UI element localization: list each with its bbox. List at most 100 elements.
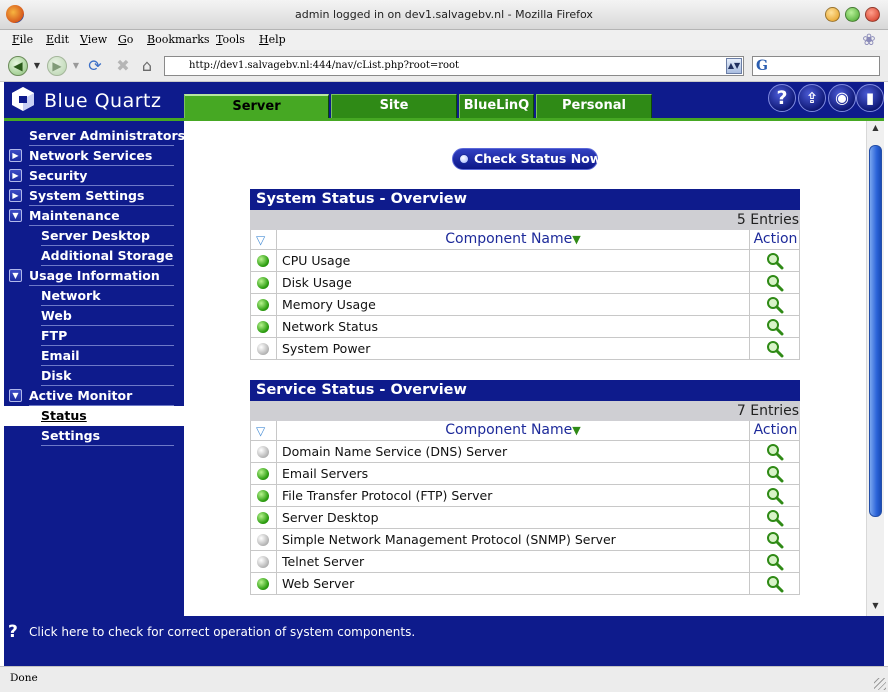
magnifier-icon[interactable] xyxy=(765,274,785,292)
tab-site-management[interactable]: Site Management xyxy=(331,94,457,135)
entry-count: 5 Entries xyxy=(250,210,800,230)
sidebar-item-additional-storage[interactable]: Additional Storage xyxy=(4,246,184,266)
help-icon[interactable]: ? xyxy=(768,84,796,112)
divider xyxy=(749,573,750,594)
menu-bookmarks[interactable]: Bookmarks xyxy=(147,33,210,46)
sort-filter-icon[interactable]: ▽ xyxy=(256,233,265,247)
panel-title: Service Status - Overview xyxy=(250,380,800,401)
scroll-down-icon[interactable]: ▼ xyxy=(869,600,882,612)
menu-file[interactable]: File xyxy=(12,33,33,46)
sidebar-item-network-services[interactable]: ▶ Network Services xyxy=(4,146,184,166)
sort-filter-icon[interactable]: ▽ xyxy=(256,424,265,438)
sidebar-item-server-administrators[interactable]: Server Administrators xyxy=(4,126,185,146)
divider xyxy=(749,294,750,315)
sidebar-item-email[interactable]: Email xyxy=(4,346,184,366)
magnifier-icon[interactable] xyxy=(765,509,785,527)
sidebar-item-label: Active Monitor xyxy=(29,388,133,403)
column-header-component-name[interactable]: Component Name▼ xyxy=(277,231,749,247)
address-bar[interactable]: http://dev1.salvagebv.nl:444/nav/cList.p… xyxy=(164,56,744,76)
sidebar-item-maintenance[interactable]: ▼ Maintenance xyxy=(4,206,184,226)
sidebar-item-label: System Settings xyxy=(29,188,145,203)
magnifier-icon[interactable] xyxy=(765,465,785,483)
sidebar-item-usage-information[interactable]: ▼ Usage Information xyxy=(4,266,184,286)
tab-personal-profile[interactable]: Personal Profile xyxy=(536,94,652,135)
back-dropdown-icon[interactable]: ▼ xyxy=(32,55,42,77)
forward-icon[interactable]: ▶ xyxy=(47,56,67,76)
sidebar-item-disk[interactable]: Disk xyxy=(4,366,184,386)
sidebar-item-security[interactable]: ▶ Security xyxy=(4,166,184,186)
hint-text: Click here to check for correct operatio… xyxy=(29,625,416,639)
check-status-label: Check Status Now xyxy=(474,151,602,166)
magnifier-icon[interactable] xyxy=(765,553,785,571)
tab-server-management[interactable]: Server Management xyxy=(184,94,329,136)
reload-icon[interactable]: ⟳ xyxy=(84,55,106,77)
column-header-component-name[interactable]: Component Name▼ xyxy=(277,422,749,438)
divider xyxy=(749,316,750,337)
divider xyxy=(276,294,277,315)
question-icon: ? xyxy=(8,622,18,642)
divider xyxy=(749,463,750,484)
divider xyxy=(749,441,750,462)
expand-arrow-icon[interactable]: ▶ xyxy=(9,149,22,162)
home-icon[interactable]: ⌂ xyxy=(136,55,158,77)
browser-status-bar: Done xyxy=(0,666,888,692)
search-box[interactable]: G xyxy=(752,56,880,76)
sidebar-item-network[interactable]: Network xyxy=(4,286,184,306)
address-dropdown-icon[interactable]: ▲▼ xyxy=(726,58,742,74)
menu-go[interactable]: Go xyxy=(118,33,133,46)
scroll-thumb[interactable] xyxy=(869,145,882,517)
vertical-scrollbar[interactable]: ▲ ▼ xyxy=(866,121,884,616)
sidebar-item-server-desktop[interactable]: Server Desktop xyxy=(4,226,184,246)
magnifier-icon[interactable] xyxy=(765,531,785,549)
expand-arrow-icon[interactable]: ▶ xyxy=(9,189,22,202)
table-row: Memory Usage xyxy=(250,294,800,316)
update-icon[interactable]: ⇪ xyxy=(798,84,826,112)
magnifier-icon[interactable] xyxy=(765,318,785,336)
collapse-arrow-icon[interactable]: ▼ xyxy=(9,209,22,222)
forward-dropdown-icon[interactable]: ▼ xyxy=(71,55,81,77)
sort-descending-icon: ▼ xyxy=(572,233,581,246)
check-status-now-button[interactable]: Check Status Now xyxy=(452,148,602,170)
address-text[interactable]: http://dev1.salvagebv.nl:444/nav/cList.p… xyxy=(189,60,459,71)
sidebar-item-status[interactable]: Status xyxy=(4,406,184,426)
divider xyxy=(749,507,750,528)
table-row: File Transfer Protocol (FTP) Server xyxy=(250,485,800,507)
magnifier-icon[interactable] xyxy=(765,296,785,314)
tab-bluelinq[interactable]: BlueLinQ xyxy=(459,94,534,118)
component-name: CPU Usage xyxy=(282,253,351,268)
close-window-button[interactable] xyxy=(865,7,880,22)
scroll-up-icon[interactable]: ▲ xyxy=(869,122,882,134)
magnifier-icon[interactable] xyxy=(765,487,785,505)
magnifier-icon[interactable] xyxy=(765,575,785,593)
sidebar-item-active-monitor[interactable]: ▼ Active Monitor xyxy=(4,386,184,406)
menu-tools[interactable]: Tools xyxy=(216,33,245,46)
menu-view[interactable]: View xyxy=(80,33,107,46)
app-header: Blue Quartz Server Management Site Manag… xyxy=(4,82,884,136)
sidebar-item-ftp[interactable]: FTP xyxy=(4,326,184,346)
logout-icon[interactable]: ▮ xyxy=(856,84,884,112)
magnifier-icon[interactable] xyxy=(765,443,785,461)
back-icon[interactable]: ◀ xyxy=(8,56,28,76)
status-indicator-icon xyxy=(257,534,269,546)
entry-count: 7 Entries xyxy=(250,401,800,421)
sidebar-item-system-settings[interactable]: ▶ System Settings xyxy=(4,186,184,206)
expand-arrow-icon[interactable]: ▶ xyxy=(9,169,22,182)
view-icon[interactable]: ◉ xyxy=(828,84,856,112)
maximize-button[interactable] xyxy=(845,7,860,22)
sidebar-item-settings[interactable]: Settings xyxy=(4,426,184,446)
status-text: Done xyxy=(10,672,38,684)
menu-edit[interactable]: Edit xyxy=(46,33,69,46)
search-engine-icon[interactable]: G xyxy=(756,58,768,74)
collapse-arrow-icon[interactable]: ▼ xyxy=(9,269,22,282)
magnifier-icon[interactable] xyxy=(765,340,785,358)
sidebar-item-label: Disk xyxy=(41,368,72,383)
magnifier-icon[interactable] xyxy=(765,252,785,270)
status-indicator-icon xyxy=(257,468,269,480)
table-row: Domain Name Service (DNS) Server xyxy=(250,441,800,463)
resize-grip-icon[interactable] xyxy=(874,678,886,690)
menu-help[interactable]: Help xyxy=(259,33,286,46)
stop-icon[interactable]: ✖ xyxy=(112,55,134,77)
collapse-arrow-icon[interactable]: ▼ xyxy=(9,389,22,402)
minimize-button[interactable] xyxy=(825,7,840,22)
sidebar-item-web[interactable]: Web xyxy=(4,306,184,326)
